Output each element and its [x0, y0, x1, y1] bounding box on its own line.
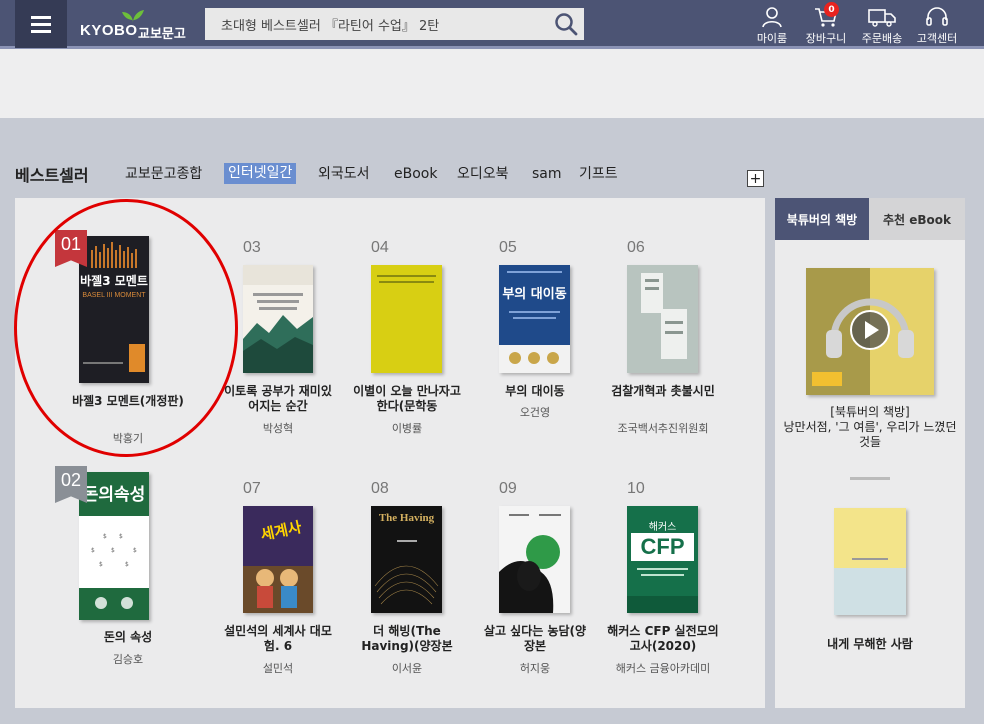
- book-title-08[interactable]: 더 해빙(The Having)(양장본: [351, 624, 463, 654]
- hamburger-menu-button[interactable]: [15, 0, 67, 48]
- tab-ebook[interactable]: eBook: [394, 165, 437, 187]
- book-author-06[interactable]: 조국백서추진위원회: [607, 420, 719, 436]
- tab-internet-daily[interactable]: 인터넷일간: [224, 163, 297, 184]
- booktuber-title[interactable]: [북튜버의 책방] 낭만서점, '그 여름', 우리가 느꼈던 것들: [782, 405, 958, 453]
- logo-korean-text: 교보문고: [138, 27, 186, 42]
- cover-art: [627, 568, 698, 613]
- book-author-07[interactable]: 설민석: [223, 660, 333, 676]
- book-cover-10[interactable]: 해커스 CFP: [627, 506, 698, 613]
- book-author-10[interactable]: 해커스 금융아카데미: [607, 660, 719, 676]
- book-cover-03[interactable]: [243, 265, 313, 373]
- tab-recommended-ebook[interactable]: 추천 eBook: [869, 198, 965, 240]
- search-icon[interactable]: [554, 12, 578, 36]
- tab-foreign-books[interactable]: 외국도서: [318, 165, 370, 187]
- rank-07: 07: [243, 480, 261, 497]
- book-author-05[interactable]: 오건영: [479, 404, 591, 420]
- user-icon: [762, 7, 782, 28]
- cart-button[interactable]: 0 장바구니: [796, 0, 856, 48]
- book-author-08[interactable]: 이서윤: [351, 660, 463, 676]
- rank-08: 08: [371, 480, 389, 497]
- svg-text:$: $: [133, 547, 137, 554]
- book-cover-06[interactable]: [627, 265, 698, 373]
- cover-art: [374, 540, 439, 605]
- hamburger-icon-bar: [31, 22, 51, 26]
- hamburger-icon-bar: [31, 29, 51, 33]
- tab-kyobo-overall[interactable]: 교보문고종합: [125, 165, 202, 187]
- cover-art: [243, 265, 313, 373]
- truck-icon: [868, 9, 896, 27]
- rank-03: 03: [243, 239, 261, 256]
- svg-text:$: $: [119, 533, 123, 540]
- book-author-01[interactable]: 박홍기: [68, 430, 188, 446]
- cover-art: [834, 508, 906, 615]
- book-title-01[interactable]: 바젤3 모멘트(개정판): [68, 394, 188, 424]
- rank-04: 04: [371, 239, 389, 256]
- book-title-02[interactable]: 돈의 속성: [68, 630, 188, 646]
- book-title-07[interactable]: 설민석의 세계사 대모험. 6: [223, 624, 333, 654]
- side-divider: [850, 477, 890, 480]
- top-header: KYOBO 교보문고 마이룸 0 장바구니 주문배송: [0, 0, 984, 49]
- book-cover-harmless-person[interactable]: [834, 508, 906, 615]
- tab-audiobook[interactable]: 오디오북: [457, 165, 509, 187]
- cover-art: [499, 514, 561, 613]
- book-cover-05[interactable]: 부의 대이동: [499, 265, 570, 373]
- myroom-label: 마이룸: [756, 32, 788, 45]
- book-author-04[interactable]: 이병률: [351, 420, 463, 436]
- book-cover-04[interactable]: [371, 265, 442, 373]
- myroom-button[interactable]: 마이룸: [742, 0, 802, 48]
- bestseller-title: 베스트셀러: [15, 166, 89, 185]
- book-title-04[interactable]: 이별이 오늘 만나자고 한다(문학동: [351, 384, 463, 414]
- booktuber-video-thumbnail[interactable]: [806, 268, 934, 395]
- search-box: [205, 8, 584, 40]
- headset-icon: [926, 7, 948, 26]
- book-author-09[interactable]: 허지웅: [479, 660, 591, 676]
- cover-art: $ $ $ $ $ $ $: [79, 533, 149, 620]
- book-cover-09[interactable]: [499, 506, 570, 613]
- cover-title-text: 바젤3 모멘트: [80, 274, 148, 288]
- svg-text:$: $: [91, 547, 95, 554]
- svg-text:$: $: [111, 547, 115, 554]
- rank-09: 09: [499, 480, 517, 497]
- logo-text: KYOBO: [80, 22, 138, 39]
- kyobo-logo[interactable]: KYOBO 교보문고: [80, 8, 192, 44]
- play-icon[interactable]: [850, 310, 890, 350]
- book-cover-07[interactable]: 세계사: [243, 506, 313, 613]
- order-delivery-label: 주문배송: [861, 32, 903, 45]
- book-title-09[interactable]: 살고 싶다는 농담(양장본: [479, 624, 591, 654]
- banner-area: [0, 49, 984, 118]
- book-title-05[interactable]: 부의 대이동: [479, 384, 591, 400]
- rank-05: 05: [499, 239, 517, 256]
- tab-gift[interactable]: 기프트: [579, 165, 618, 187]
- tab-booktuber-bookstore[interactable]: 북튜버의 책방: [775, 198, 869, 240]
- book-title-06[interactable]: 검찰개혁과 촛불시민: [607, 384, 719, 414]
- cover-art: [83, 242, 145, 372]
- book-author-02[interactable]: 김승호: [68, 651, 188, 667]
- svg-text:$: $: [125, 561, 129, 568]
- tab-sam[interactable]: sam: [532, 165, 562, 187]
- order-delivery-button[interactable]: 주문배송: [852, 0, 912, 48]
- cart-label: 장바구니: [805, 32, 847, 45]
- customer-center-label: 고객센터: [916, 32, 958, 45]
- customer-center-button[interactable]: 고객센터: [907, 0, 967, 48]
- rank-10: 10: [627, 480, 645, 497]
- cover-subtitle-text: BASEL III MOMENT: [82, 292, 146, 299]
- book-cover-08[interactable]: The Having: [371, 506, 442, 613]
- cover-art: [377, 275, 436, 283]
- cart-count-badge: 0: [824, 2, 839, 17]
- book-title-03[interactable]: 이토록 공부가 재미있어지는 순간: [223, 384, 333, 414]
- cover-art: [499, 271, 570, 373]
- search-input[interactable]: [205, 8, 545, 40]
- book-cover-01[interactable]: 바젤3 모멘트 BASEL III MOMENT: [79, 236, 149, 383]
- rank-06: 06: [627, 239, 645, 256]
- recommended-book-title[interactable]: 내게 무해한 사람: [782, 637, 958, 652]
- svg-text:$: $: [99, 561, 103, 568]
- cover-art: [641, 273, 687, 359]
- svg-text:$: $: [103, 533, 107, 540]
- book-cover-02[interactable]: 돈의속성 $ $ $ $ $ $ $: [79, 472, 149, 620]
- book-author-03[interactable]: 박성혁: [223, 420, 333, 436]
- hamburger-icon-bar: [31, 15, 51, 19]
- book-title-10[interactable]: 해커스 CFP 실전모의고사(2020): [607, 624, 719, 654]
- more-plus-button[interactable]: +: [747, 170, 764, 187]
